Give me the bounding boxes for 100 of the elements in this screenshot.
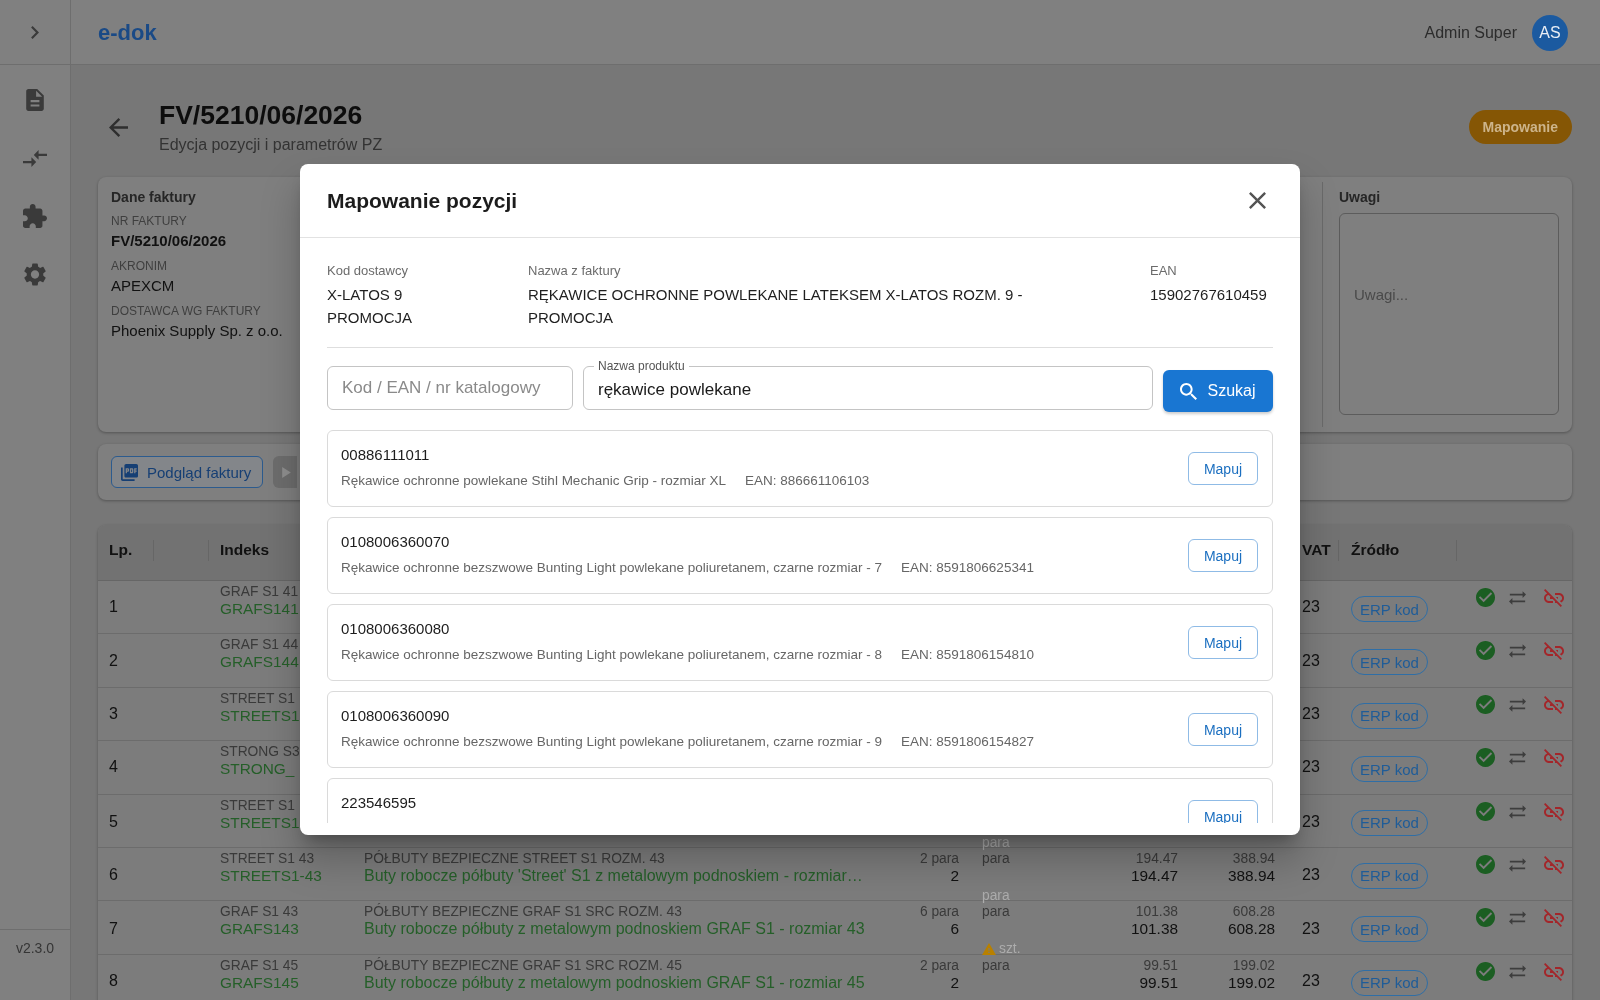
result-ean: EAN: 8591806154810 xyxy=(901,647,1034,662)
field-label: NR FAKTURY xyxy=(111,213,187,229)
product-index: GRAFS141 xyxy=(220,599,299,619)
map-button[interactable]: Mapuj xyxy=(1188,539,1258,572)
product-name: Buty robocze półbuty z metalowym podnoskiem GRAF S1 - rozmiar 45 xyxy=(364,972,865,993)
broken-link-icon[interactable] xyxy=(1544,589,1564,607)
result-code: 00886111011 xyxy=(341,445,430,465)
code-search-field[interactable]: Kod / EAN / nr katalogowy xyxy=(327,366,573,410)
quantity: 6 xyxy=(950,919,959,940)
unit-label: para xyxy=(982,957,1010,973)
broken-link-icon[interactable] xyxy=(1544,962,1564,981)
column-header[interactable]: Lp. xyxy=(109,540,133,559)
column-header[interactable]: Źródło xyxy=(1351,540,1400,559)
invoice-price: 101.38 xyxy=(1135,904,1178,920)
back-arrow-icon[interactable] xyxy=(109,118,128,137)
column-header[interactable]: Indeks xyxy=(220,540,270,559)
swap-arrows-icon[interactable] xyxy=(1509,751,1526,766)
result-card[interactable]: 0108006360070 Rękawice ochronne bezszwowe Bunting Light powlekane poliuretanem, czarne rozmiar - 7 EAN: 8591806625341 Mapuj xyxy=(327,517,1273,594)
broken-link-icon[interactable] xyxy=(1544,749,1564,768)
preview-invoice-button[interactable]: Podgląd faktury xyxy=(111,456,264,488)
unit-label: para xyxy=(982,850,1010,866)
invoice-quantity: 2 para xyxy=(919,957,959,973)
product-index: STRONG_ xyxy=(220,759,295,780)
vat-rate: 23 xyxy=(1302,919,1320,938)
warning-icon xyxy=(982,942,996,955)
row-number: 7 xyxy=(109,919,118,938)
supplier-code: STREET S1 43 xyxy=(220,850,315,866)
result-card[interactable]: 0108006360090 Rękawice ochronne bezszwowe Bunting Light powlekane poliuretanem, czarne rozmiar - 9 EAN: 8591806154827 Mapuj xyxy=(327,691,1273,768)
invoice-price: 99.51 xyxy=(1143,957,1178,973)
broken-link-icon[interactable] xyxy=(1544,855,1564,874)
section-title: Dane faktury xyxy=(111,189,196,205)
supplier-code: STREET S1 xyxy=(220,690,295,706)
result-ean: EAN: 886661106103 xyxy=(744,473,870,488)
invoice-value: 199.02 xyxy=(1232,957,1275,973)
result-card[interactable]: 0108006360080 Rękawice ochronne bezszwowe Bunting Light powlekane poliuretanem, czarne rozmiar - 8 EAN: 8591806154810 Mapuj xyxy=(327,604,1273,681)
result-description: Rękawice ochronne bezszwowe Bunting Light powlekane poliuretanem, czarne rozmiar - 9 xyxy=(341,734,883,749)
settings-icon[interactable] xyxy=(24,262,46,286)
result-description: Rękawice ochronne bezszwowe Bunting Light powlekane poliuretanem, czarne rozmiar - 7 xyxy=(341,560,883,575)
swap-arrows-icon[interactable] xyxy=(1509,591,1526,605)
info-label: Kod dostawcy xyxy=(327,262,408,280)
swap-arrows-icon[interactable] xyxy=(1509,804,1526,819)
search-button[interactable]: Szukaj xyxy=(1163,370,1273,412)
vat-rate: 23 xyxy=(1302,704,1320,723)
broken-link-icon[interactable] xyxy=(1544,909,1564,928)
supplier-code: GRAF S1 44 xyxy=(220,637,299,653)
field-label: Nazwa produktu xyxy=(594,359,689,373)
field-value: Phoenix Supply Sp. z o.o. xyxy=(111,321,283,341)
broken-link-icon[interactable] xyxy=(1544,802,1564,821)
invoice-item-name: PÓŁBUTY BEZPIECZNE STREET S1 ROZM. 43 xyxy=(364,850,665,866)
app-version: v2.3.0 xyxy=(15,940,55,956)
vat-rate: 23 xyxy=(1302,971,1320,990)
close-icon[interactable] xyxy=(1249,192,1266,209)
vat-rate: 23 xyxy=(1302,813,1320,832)
search-icon xyxy=(1180,382,1198,400)
row-number: 4 xyxy=(109,758,118,777)
chevron-right-icon[interactable] xyxy=(31,25,39,39)
play-button[interactable] xyxy=(273,456,298,488)
supplier-code: GRAF S1 41 xyxy=(220,584,299,599)
invoice-quantity: 6 para xyxy=(919,904,959,920)
puzzle-icon[interactable] xyxy=(23,204,47,228)
invoice-item-name: PÓŁBUTY BEZPIECZNE GRAF S1 SRC ROZM. 45 xyxy=(364,957,682,973)
swap-arrows-icon[interactable] xyxy=(1509,644,1526,659)
result-description: Rękawice ochronne bezszwowe Bunting Light powlekane poliuretanem, czarne rozmiar - 8 xyxy=(341,647,883,662)
product-name: Buty robocze półbuty 'Street' S1 z metalowym podnoskiem - rozmiar… xyxy=(364,865,863,886)
swap-arrows-icon[interactable] xyxy=(1509,697,1526,712)
net-price: 101.38 xyxy=(1130,919,1178,940)
map-button[interactable]: Mapuj xyxy=(1188,452,1258,485)
play-icon xyxy=(282,466,292,478)
column-header[interactable]: VAT xyxy=(1302,540,1331,559)
net-value: 199.02 xyxy=(1227,972,1275,993)
pdf-file-icon xyxy=(121,463,138,481)
invoice-value: 388.94 xyxy=(1232,850,1275,866)
result-code: 0108006360070 xyxy=(341,532,450,552)
broken-link-icon[interactable] xyxy=(1544,695,1564,714)
field-label: DOSTAWCA WG FAKTURY xyxy=(111,303,261,319)
row-number: 1 xyxy=(109,598,118,617)
user-avatar[interactable]: AS xyxy=(1532,15,1568,51)
compare-arrows-icon[interactable] xyxy=(23,149,47,167)
map-button[interactable]: Mapuj xyxy=(1188,713,1258,746)
field-value: FV/5210/06/2026 xyxy=(111,231,227,251)
app-logo[interactable]: e-dok xyxy=(98,20,157,46)
unit-label: para xyxy=(982,904,1010,920)
product-index: GRAFS144 xyxy=(220,652,299,673)
field-value: APEXCM xyxy=(111,276,175,296)
broken-link-icon[interactable] xyxy=(1544,642,1564,661)
user-name: Admin Super xyxy=(1424,24,1517,42)
swap-arrows-icon[interactable] xyxy=(1509,857,1526,872)
map-button[interactable]: Mapuj xyxy=(1188,626,1258,659)
vat-rate: 23 xyxy=(1302,866,1320,885)
field-label: AKRONIM xyxy=(111,258,167,274)
swap-arrows-icon[interactable] xyxy=(1509,964,1526,979)
document-icon[interactable] xyxy=(26,89,44,111)
dialog-title: Mapowanie pozycji xyxy=(327,188,518,213)
result-card[interactable]: 00886111011 Rękawice ochronne powlekane Stihl Mechanic Grip - rozmiar XL EAN: 886661106103 Mapuj xyxy=(327,430,1273,507)
result-code: 223546595 xyxy=(341,793,417,813)
result-code: 0108006360090 xyxy=(341,706,450,726)
net-price: 99.51 xyxy=(1139,972,1178,993)
invoice-quantity: 2 para xyxy=(919,850,959,866)
vat-rate: 23 xyxy=(1302,651,1320,670)
swap-arrows-icon[interactable] xyxy=(1509,911,1526,926)
